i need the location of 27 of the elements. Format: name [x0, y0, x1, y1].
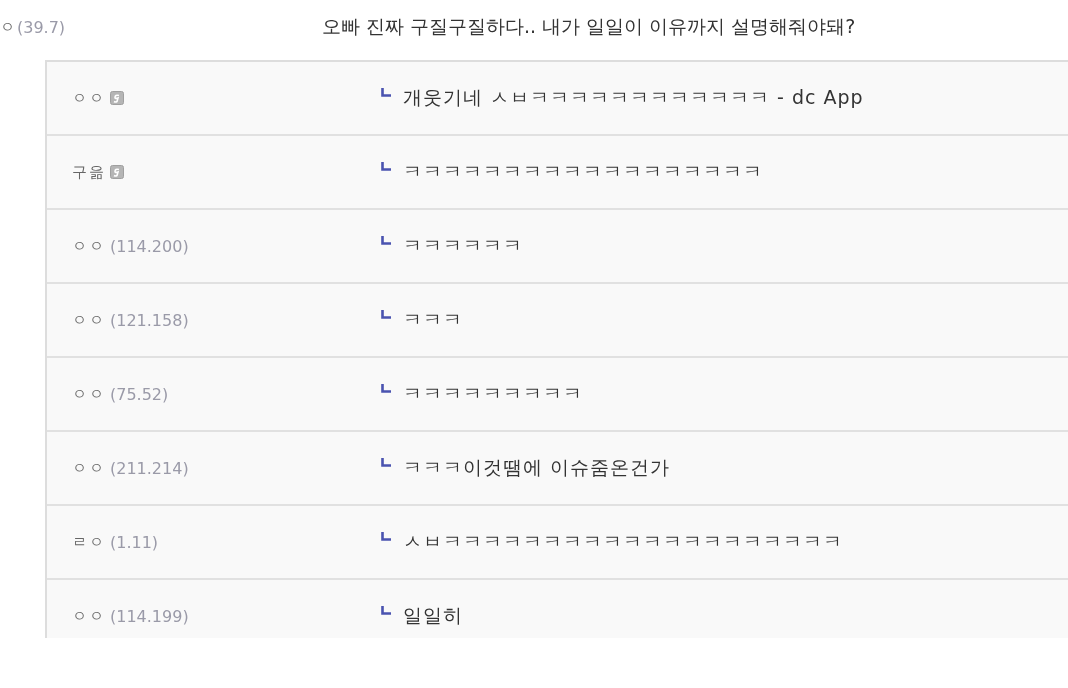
nickname: ㅇㅇ: [72, 384, 106, 404]
ip-address: (39.7): [17, 17, 66, 37]
reply-text: ㅋㅋㅋ: [403, 307, 463, 332]
reply-text: ㅋㅋㅋ이것땜에 이슈줌온건가: [403, 455, 671, 480]
ip-address: (211.214): [110, 458, 189, 478]
reply-text: 일일히: [403, 603, 463, 628]
nickname: ㅇㅇ: [72, 310, 106, 330]
reply-text: ㅋㅋㅋㅋㅋㅋㅋㅋㅋㅋㅋㅋㅋㅋㅋㅋㅋㅋ: [403, 159, 763, 184]
nickname: ㄹㅇ: [72, 532, 106, 552]
ip-address: (75.52): [110, 384, 169, 404]
ip-address: (121.158): [110, 310, 189, 330]
ip-address: (114.200): [110, 236, 189, 256]
member-badge-icon: [110, 165, 124, 179]
reply-text: ㅅㅂㅋㅋㅋㅋㅋㅋㅋㅋㅋㅋㅋㅋㅋㅋㅋㅋㅋㅋㅋㅋ: [403, 529, 843, 554]
nickname: ㅇ: [0, 17, 17, 37]
nickname: ㅇㅇ: [72, 88, 106, 108]
reply-text: 개웃기네 ㅅㅂㅋㅋㅋㅋㅋㅋㅋㅋㅋㅋㅋㅋ - dc App: [403, 85, 864, 110]
comment-text: 오빠 진짜 구질구질하다.. 내가 일일이 이유까지 설명해줘야돼?: [322, 14, 856, 39]
nickname: 구읆: [72, 162, 106, 182]
nickname: ㅇㅇ: [72, 606, 106, 626]
nickname: ㅇㅇ: [72, 458, 106, 478]
member-badge-icon: [110, 91, 124, 105]
ip-address: (1.11): [110, 532, 159, 552]
reply-text: ㅋㅋㅋㅋㅋㅋ: [403, 233, 523, 258]
reply-text: ㅋㅋㅋㅋㅋㅋㅋㅋㅋ: [403, 381, 583, 406]
nickname: ㅇㅇ: [72, 236, 106, 256]
ip-address: (114.199): [110, 606, 189, 626]
